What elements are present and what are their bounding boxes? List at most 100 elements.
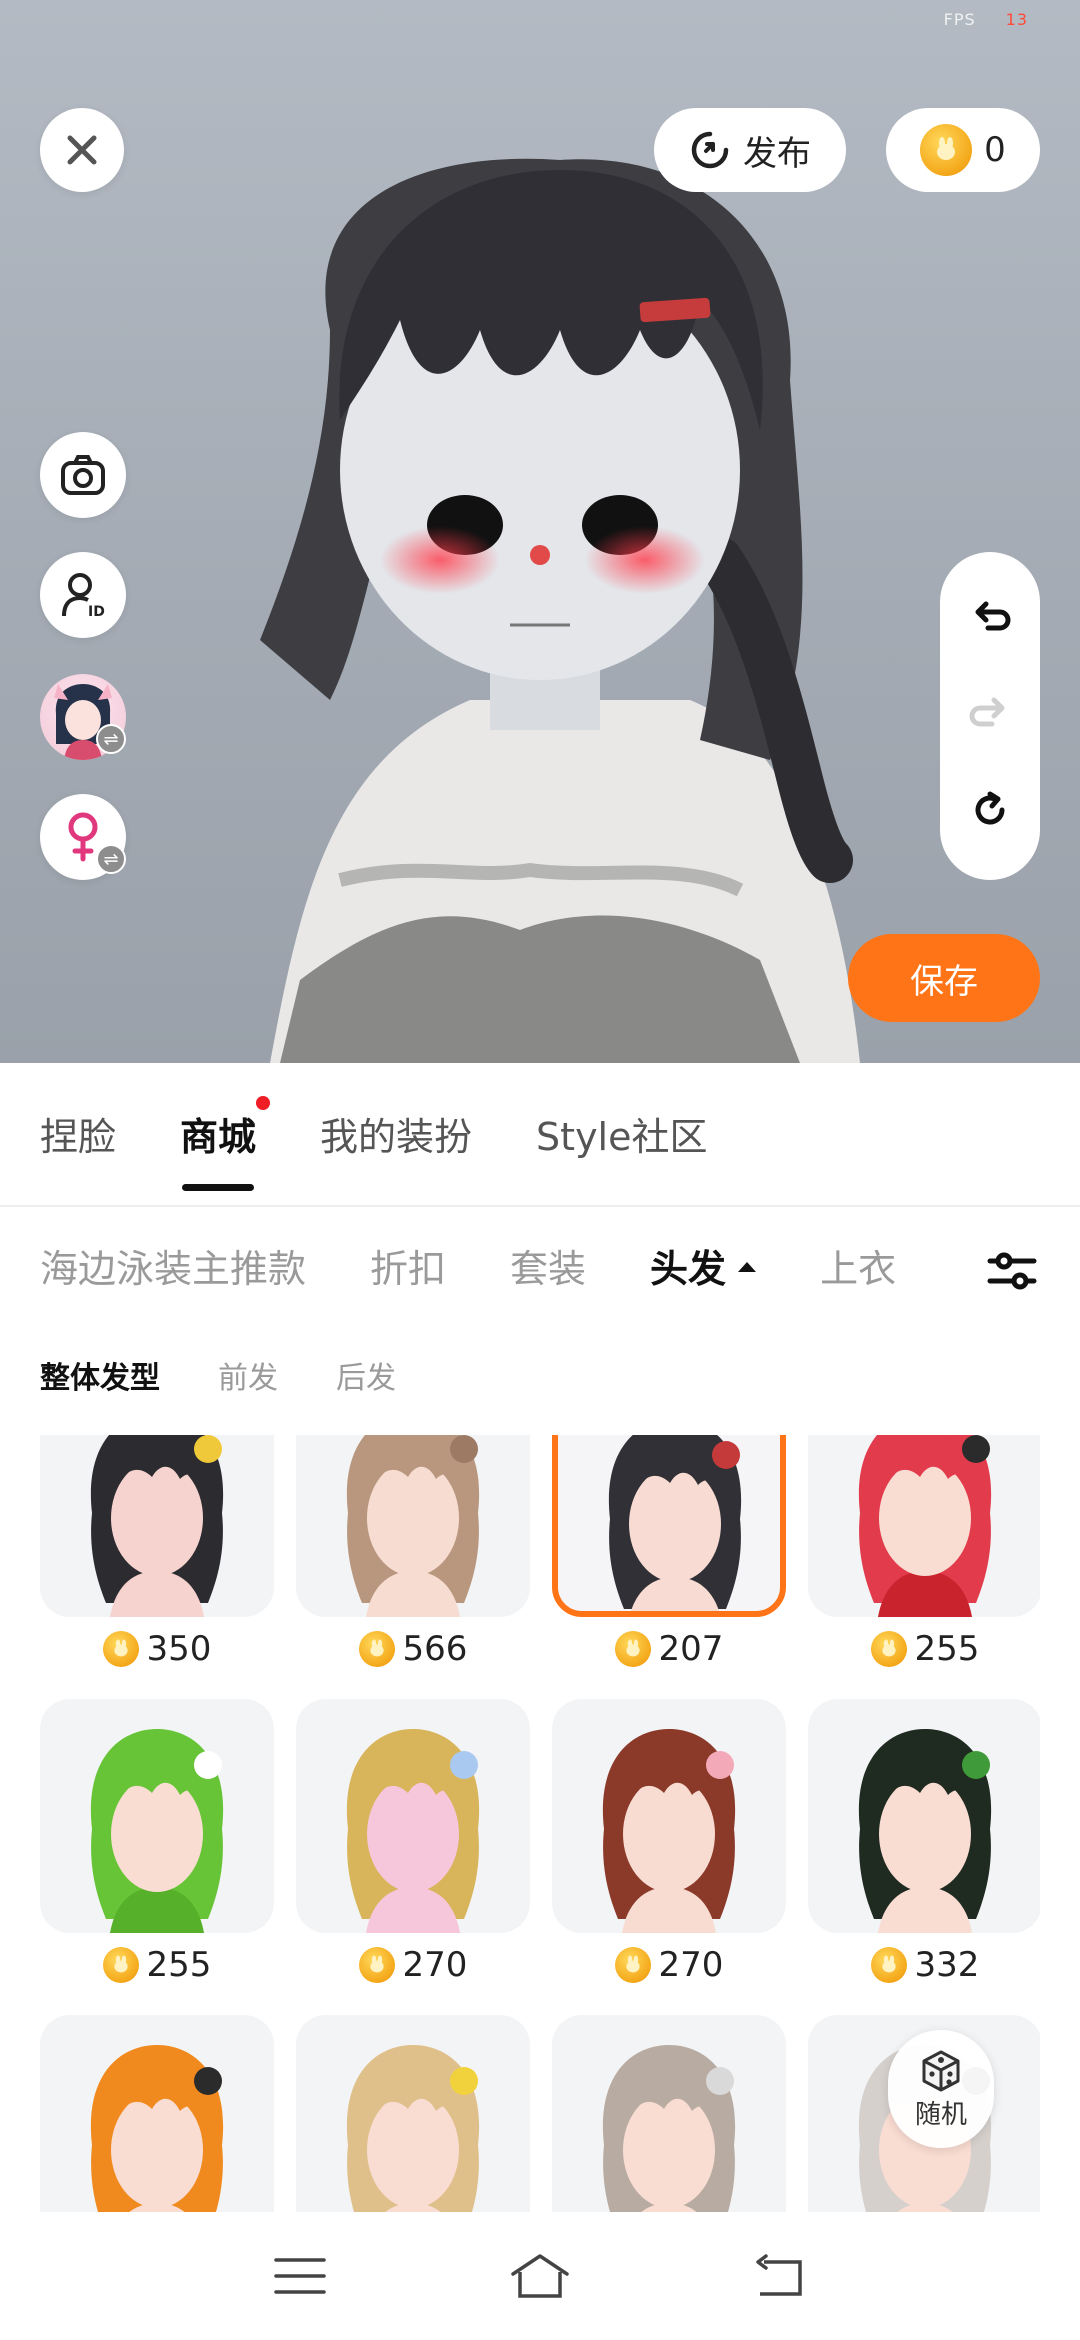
hair-preview-image [608,1435,742,1611]
hair-item[interactable] [552,2015,786,2220]
hair-item-card [296,1699,530,1933]
avatar-id-button[interactable]: ID [40,552,126,638]
random-button[interactable]: 随机 [888,2030,994,2148]
hair-preview-image [858,1435,992,1617]
close-icon [67,135,97,165]
subtab-back-hair[interactable]: 后发 [336,1353,396,1397]
undo-icon [975,601,1011,631]
reset-icon [975,791,1005,825]
home-icon [511,2254,569,2298]
item-price: 332 [808,1933,1040,1997]
filter-icon [987,1252,1037,1290]
tab-my-outfits[interactable]: 我的装扮 [320,1106,472,1161]
hair-item[interactable]: 207 [552,1435,786,1681]
svg-text:ID: ID [88,604,105,620]
hair-item[interactable]: 255 [40,1699,274,1997]
avatar-id-icon: ID [62,573,105,620]
system-navbar [0,2212,1080,2340]
menu-icon [274,2258,326,2294]
category-hair[interactable]: 头发 [650,1238,757,1293]
item-price-value: 255 [146,1945,212,1985]
sub-tabs: 整体发型 前发 后发 [40,1353,454,1397]
camera-button[interactable] [40,432,126,518]
hair-item-card [40,2015,274,2220]
hair-preview-image [602,1729,736,1933]
item-price: 350 [40,1617,274,1681]
swap-gender-icon: ⇌ [96,844,126,874]
tab-shop[interactable]: 商城 [180,1095,271,1191]
item-price-value: 270 [402,1945,468,1985]
hair-item-card [552,1699,786,1933]
filter-button[interactable] [984,1243,1040,1299]
hair-item-card [40,1699,274,1933]
hair-item-card: NEW [40,1435,274,1617]
hair-item[interactable] [40,2015,274,2220]
hair-preview-image [858,1729,992,1933]
hair-item[interactable]: 255 [808,1435,1040,1681]
item-price-value: 255 [914,1629,980,1669]
hair-preview-image [346,1435,480,1617]
main-tabs: 捏脸 商城 我的装扮 Style社区 [40,1063,772,1203]
hair-item[interactable]: NEW 350 [40,1435,274,1681]
coin-balance-value: 0 [984,130,1006,170]
redo-icon [969,697,1005,727]
save-button[interactable]: 保存 [848,934,1040,1022]
tab-face[interactable]: 捏脸 [40,1106,116,1161]
reset-button[interactable] [968,788,1012,836]
item-price: 566 [296,1617,530,1681]
hair-item-card [808,1699,1040,1933]
subtab-front-hair[interactable]: 前发 [218,1353,278,1397]
coin-balance[interactable]: 0 [886,108,1040,192]
hair-item-card [552,1435,786,1617]
hair-item[interactable]: 332 [808,1699,1040,1997]
coin-icon [102,1947,139,1983]
category-sets[interactable]: 套装 [510,1238,586,1293]
coin-icon [920,124,973,176]
home-button[interactable] [495,2241,585,2311]
hair-item[interactable]: 270 [296,1699,530,1997]
hair-item-card [296,2015,530,2220]
publish-button[interactable]: 发布 [654,108,846,192]
category-tops[interactable]: 上衣 [820,1238,896,1293]
coin-icon [358,1631,395,1667]
hair-item[interactable]: 566 [296,1435,530,1681]
hair-preview-image [346,2045,480,2220]
item-price: 255 [808,1617,1040,1681]
camera-icon [61,455,105,495]
coin-icon [614,1947,651,1983]
category-discount[interactable]: 折扣 [370,1238,446,1293]
coin-icon [614,1631,651,1667]
notification-dot [256,1095,271,1110]
publish-label: 发布 [743,133,811,174]
item-price-value: 566 [402,1629,468,1669]
hair-preview-image [90,2045,224,2220]
back-button[interactable] [735,2241,825,2311]
undo-button[interactable] [968,596,1012,644]
hair-item[interactable]: 270 [552,1699,786,1997]
subtab-full-hairstyle[interactable]: 整体发型 [40,1353,160,1397]
item-price: 270 [552,1933,786,1997]
hair-item[interactable] [296,2015,530,2220]
tab-style-community[interactable]: Style社区 [536,1106,707,1161]
menu-button[interactable] [255,2241,345,2311]
hair-item-card [296,1435,530,1617]
item-price: 255 [40,1933,274,1997]
item-price-value: 270 [658,1945,724,1985]
swap-avatar-icon: ⇌ [96,724,126,754]
publish-icon [691,131,729,169]
hair-item-card [552,2015,786,2220]
category-beach-swimsuit[interactable]: 海边泳装主推款 [40,1238,306,1293]
item-price-value: 350 [146,1629,212,1669]
item-price-value: 332 [914,1945,980,1985]
dice-icon [922,2050,960,2091]
close-button[interactable] [40,108,124,192]
category-tabs: 海边泳装主推款 折扣 套装 头发 上衣 [40,1207,960,1323]
hair-preview-image [90,1435,224,1617]
item-price: 207 [552,1617,786,1681]
history-panel [940,552,1040,880]
redo-button[interactable] [968,692,1012,740]
coin-icon [870,1631,907,1667]
avatar-preview[interactable]: FPS 13 发布 0 ID ⇌ ⇌ 保存 [0,0,1080,1063]
hair-preview-image [346,1729,480,1933]
item-price: 270 [296,1933,530,1997]
